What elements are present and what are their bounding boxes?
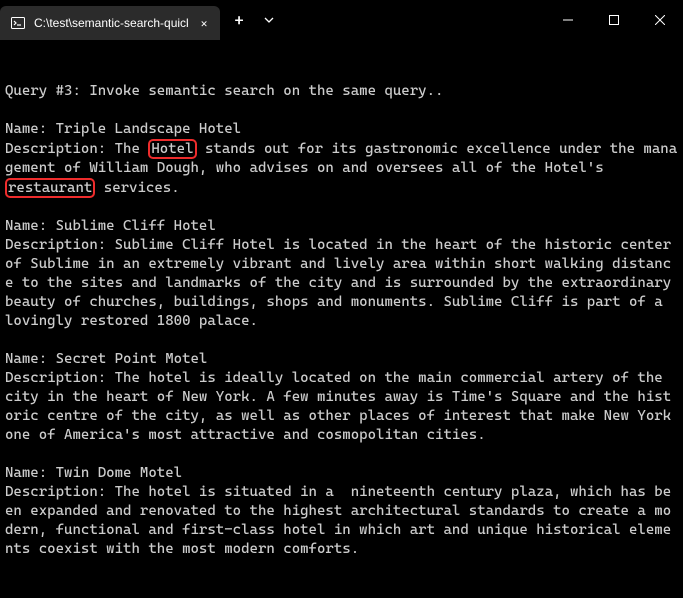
window-maximize-button[interactable]: [591, 4, 637, 36]
tab-dropdown-button[interactable]: [254, 5, 284, 35]
search-highlight: restaurant: [5, 178, 95, 198]
result-description: Description: The hotel is ideally locate…: [5, 370, 680, 443]
result-description: Description: The Hotel stands out for it…: [5, 141, 677, 196]
window-titlebar: C:\test\semantic-search-quick ✕ +: [0, 0, 683, 40]
result-description: Description: Sublime Cliff Hotel is loca…: [5, 237, 680, 329]
tab-active[interactable]: C:\test\semantic-search-quick ✕: [0, 6, 220, 40]
terminal-output: Query #3: Invoke semantic search on the …: [0, 40, 683, 563]
tabs-area: C:\test\semantic-search-quick ✕ +: [0, 0, 284, 40]
window-close-button[interactable]: [637, 4, 683, 36]
terminal-icon: [10, 15, 26, 31]
result-name: Name: Secret Point Motel: [5, 351, 207, 367]
result-description: Description: The hotel is situated in a …: [5, 484, 671, 557]
tab-close-button[interactable]: ✕: [196, 15, 212, 31]
tab-title: C:\test\semantic-search-quick: [34, 16, 188, 30]
search-highlight: Hotel: [148, 139, 196, 159]
result-name: Name: Sublime Cliff Hotel: [5, 218, 216, 234]
result-name: Name: Twin Dome Motel: [5, 465, 182, 481]
window-controls: [545, 4, 683, 36]
query-line: Query #3: Invoke semantic search on the …: [5, 83, 443, 99]
window-minimize-button[interactable]: [545, 4, 591, 36]
result-name: Name: Triple Landscape Hotel: [5, 121, 241, 137]
new-tab-button[interactable]: +: [224, 5, 254, 35]
